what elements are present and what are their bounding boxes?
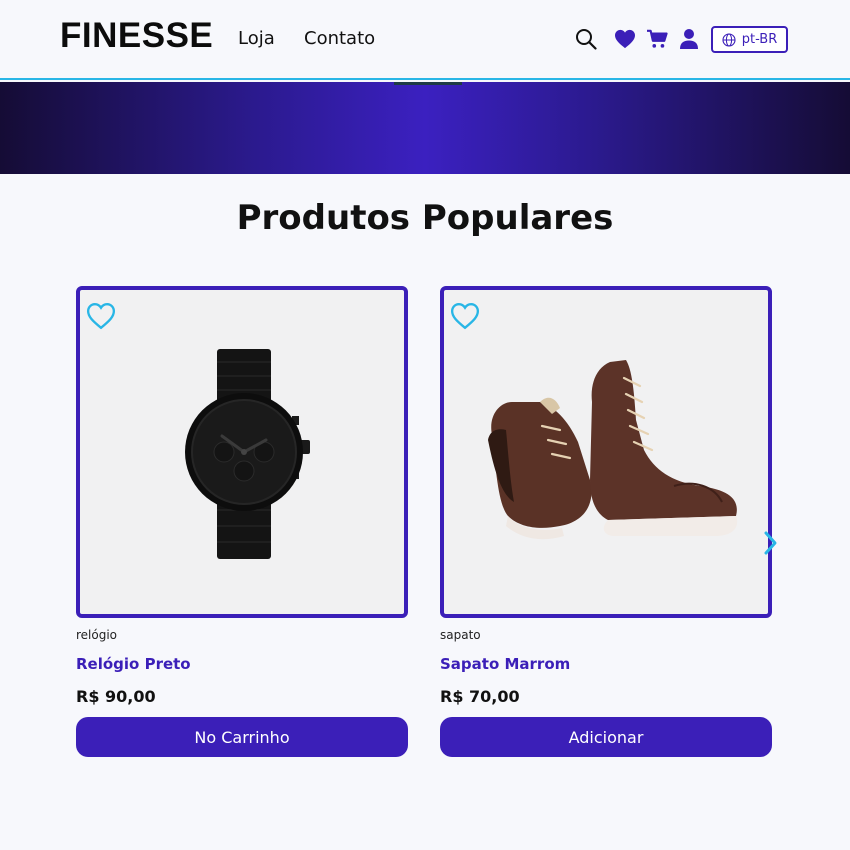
boots-image	[488, 360, 738, 540]
product-name[interactable]: Sapato Marrom	[440, 655, 570, 673]
language-label: pt-BR	[741, 32, 778, 47]
nav-link-loja[interactable]: Loja	[238, 28, 275, 49]
hero-banner	[0, 82, 850, 174]
user-icon[interactable]	[677, 27, 701, 51]
product-price: R$ 70,00	[440, 687, 520, 706]
banner-indicator	[394, 82, 462, 85]
section-title: Produtos Populares	[236, 198, 614, 238]
add-to-cart-button[interactable]: Adicionar	[440, 717, 772, 757]
watch-image	[185, 349, 310, 559]
product-image-frame[interactable]	[76, 286, 408, 618]
in-cart-button[interactable]: No Carrinho	[76, 717, 408, 757]
product-category: sapato	[440, 628, 481, 642]
globe-icon	[722, 32, 736, 47]
language-selector[interactable]: pt-BR	[711, 26, 788, 53]
heart-icon[interactable]	[613, 27, 637, 51]
product-card: relógio Relógio Preto R$ 90,00 No Carrin…	[76, 286, 408, 757]
product-name[interactable]: Relógio Preto	[76, 655, 191, 673]
cart-icon[interactable]	[645, 27, 669, 51]
product-image-frame[interactable]	[440, 286, 772, 618]
product-category: relógio	[76, 628, 118, 642]
product-price: R$ 90,00	[76, 687, 156, 706]
brand-logo[interactable]: FINESSE	[60, 16, 213, 56]
nav-link-contato[interactable]: Contato	[304, 28, 375, 49]
site-header: FINESSE Loja Contato pt-BR	[0, 0, 850, 80]
carousel-next-arrow-icon[interactable]	[761, 530, 779, 556]
product-card: sapato Sapato Marrom R$ 70,00 Adicionar	[440, 286, 772, 757]
search-icon[interactable]	[574, 27, 598, 51]
